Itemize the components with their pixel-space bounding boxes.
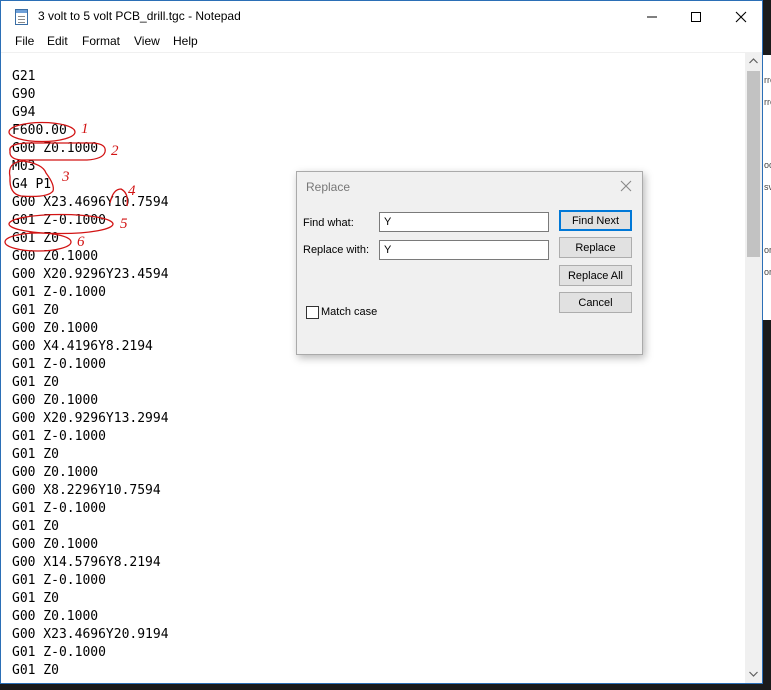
minimize-icon: [647, 16, 657, 17]
dialog-close-icon[interactable]: [620, 180, 632, 192]
window-title: 3 volt to 5 volt PCB_drill.tgc - Notepad: [38, 9, 241, 23]
editor-line: G00 X23.4696Y20.9194: [12, 627, 169, 642]
find-what-label: Find what:: [303, 217, 354, 229]
bg-text: sv: [764, 182, 771, 192]
menu-file[interactable]: File: [15, 34, 34, 48]
bg-text: or: [764, 267, 771, 277]
editor-line: G00 X20.9296Y23.4594: [12, 267, 169, 282]
editor-line: G00 Z0.1000: [12, 393, 99, 408]
minimize-button[interactable]: [629, 1, 675, 32]
bg-text: rre: [764, 97, 771, 107]
vertical-scrollbar[interactable]: [745, 53, 762, 683]
close-icon: [735, 11, 747, 22]
annotation-number-1: 1: [81, 121, 89, 137]
editor-line: G01 Z0: [12, 447, 59, 462]
editor-line: G01 Z-0.1000: [12, 285, 106, 300]
background-window-edge: rre rre oc sv or or: [763, 55, 771, 320]
bg-text: oc: [764, 160, 771, 170]
annotation-number-4: 4: [128, 183, 136, 199]
notepad-window: 3 volt to 5 volt PCB_drill.tgc - Notepad…: [0, 0, 763, 684]
find-what-input[interactable]: [379, 212, 549, 232]
editor-line: G00 Z0.1000: [12, 537, 99, 552]
bg-text: rre: [764, 75, 771, 85]
editor-line: G00 X23.4696Y10.7594: [12, 195, 169, 210]
replace-with-input[interactable]: [379, 240, 549, 260]
editor-line: M03: [12, 159, 36, 174]
replace-with-label: Replace with:: [303, 244, 370, 256]
menu-view[interactable]: View: [134, 34, 160, 48]
editor-line: G01 Z0: [12, 663, 59, 675]
editor-line: G01 Z-0.1000: [12, 429, 106, 444]
title-bar[interactable]: 3 volt to 5 volt PCB_drill.tgc - Notepad: [1, 1, 762, 32]
editor-line: G01 Z-0.1000: [12, 501, 106, 516]
editor-line: G00 X8.2296Y10.7594: [12, 483, 161, 498]
editor-line: F600.00: [12, 123, 67, 138]
editor-line: G01 Z-0.1000: [12, 357, 106, 372]
menu-help[interactable]: Help: [173, 34, 198, 48]
menu-bar: File Edit Format View Help: [1, 32, 762, 53]
annotation-number-6: 6: [77, 234, 85, 250]
annotation-number-2: 2: [111, 143, 119, 159]
editor-line: G00 Z0.1000: [12, 465, 99, 480]
scrollbar-thumb[interactable]: [747, 71, 760, 257]
editor-line: G00 Z0.1000: [12, 141, 99, 156]
editor-line: G00 Z0.1000: [12, 609, 99, 624]
find-next-button[interactable]: Find Next: [559, 210, 632, 231]
scroll-up-arrow-icon[interactable]: [749, 58, 758, 64]
editor-line: G00 X20.9296Y13.2994: [12, 411, 169, 426]
editor-line: G01 Z-0.1000: [12, 645, 106, 660]
dialog-title: Replace: [306, 180, 351, 194]
replace-dialog: Replace Find what: Replace with: Find Ne…: [296, 171, 643, 355]
match-case-label[interactable]: Match case: [321, 306, 377, 318]
editor-line: G94: [12, 105, 36, 120]
maximize-icon: [691, 11, 701, 22]
editor-line: G00 Z0.1000: [12, 321, 99, 336]
editor-line: G00 X14.5796Y8.2194: [12, 555, 161, 570]
editor-line: G4 P1: [12, 177, 52, 192]
maximize-button[interactable]: [673, 1, 719, 32]
editor-line: G01 Z0: [12, 375, 59, 390]
bg-text: or: [764, 245, 771, 255]
editor-line: G21: [12, 69, 36, 84]
replace-all-button[interactable]: Replace All: [559, 265, 632, 286]
editor-line: G01 Z-0.1000: [12, 213, 106, 228]
annotation-number-3: 3: [62, 169, 70, 185]
close-button[interactable]: [718, 1, 762, 32]
notepad-icon: [15, 9, 28, 25]
editor-line: G01 Z0: [12, 303, 59, 318]
annotation-number-5: 5: [120, 216, 128, 232]
editor-line: G00 X4.4196Y8.2194: [12, 339, 153, 354]
cancel-button[interactable]: Cancel: [559, 292, 632, 313]
menu-format[interactable]: Format: [82, 34, 120, 48]
editor-line: G01 Z0: [12, 519, 59, 534]
editor-text: G21 G90 G94 F600.00 G00 Z0.1000 M03 G4 P1 G00 X…: [12, 68, 169, 675]
editor-line: G00 Z0.1000: [12, 249, 99, 264]
scroll-down-arrow-icon[interactable]: [749, 671, 758, 677]
editor-line: G01 Z0: [12, 591, 59, 606]
editor-line: G90: [12, 87, 36, 102]
editor-line: G01 Z0: [12, 231, 59, 246]
menu-edit[interactable]: Edit: [47, 34, 68, 48]
editor-line: G01 Z-0.1000: [12, 573, 106, 588]
replace-button[interactable]: Replace: [559, 237, 632, 258]
match-case-checkbox[interactable]: [306, 306, 319, 319]
text-editor[interactable]: G21 G90 G94 F600.00 G00 Z0.1000 M03 G4 P1 G00 X…: [1, 53, 745, 675]
